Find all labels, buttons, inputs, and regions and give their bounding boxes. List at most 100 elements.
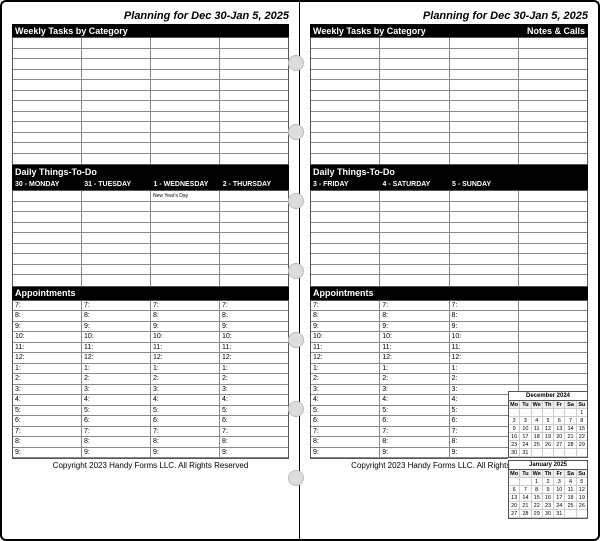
grid-cell[interactable] <box>450 91 519 101</box>
daily-cell[interactable] <box>311 212 380 222</box>
appointment-slot[interactable]: 5: <box>380 406 448 417</box>
appointment-slot[interactable]: 1: <box>151 364 219 375</box>
daily-cell[interactable] <box>450 223 519 233</box>
grid-cell[interactable] <box>220 80 288 90</box>
appointment-slot[interactable]: 3: <box>151 385 219 396</box>
appointment-slot[interactable]: 5: <box>13 406 81 417</box>
grid-cell[interactable] <box>450 154 519 165</box>
daily-cell[interactable] <box>519 223 587 233</box>
appointment-slot[interactable]: 8: <box>151 437 219 448</box>
grid-cell[interactable] <box>82 122 151 132</box>
daily-cell[interactable] <box>519 244 587 254</box>
grid-cell[interactable] <box>311 133 380 143</box>
daily-cell[interactable] <box>13 265 82 275</box>
grid-cell[interactable] <box>220 122 288 132</box>
daily-cell[interactable] <box>151 254 220 264</box>
grid-cell[interactable] <box>311 154 380 165</box>
appointment-slot[interactable]: 12: <box>151 353 219 364</box>
grid-cell[interactable] <box>151 49 220 59</box>
daily-cell[interactable] <box>220 275 288 286</box>
appointment-slot[interactable]: 4: <box>220 395 288 406</box>
grid-cell[interactable] <box>380 91 449 101</box>
grid-cell[interactable] <box>13 91 82 101</box>
daily-cell[interactable] <box>450 254 519 264</box>
grid-cell[interactable] <box>151 80 220 90</box>
grid-cell[interactable] <box>519 70 587 80</box>
appointment-slot[interactable]: 2: <box>151 374 219 385</box>
grid-cell[interactable] <box>311 122 380 132</box>
daily-cell[interactable] <box>220 233 288 243</box>
daily-cell[interactable] <box>13 191 82 201</box>
daily-cell[interactable] <box>220 244 288 254</box>
appointment-slot[interactable]: 5: <box>311 406 379 417</box>
daily-cell[interactable] <box>311 233 380 243</box>
daily-cell[interactable] <box>13 254 82 264</box>
daily-cell[interactable] <box>311 191 380 201</box>
appointment-slot[interactable]: 7: <box>151 427 219 438</box>
daily-cell[interactable] <box>450 265 519 275</box>
appointment-slot[interactable]: 11: <box>82 343 150 354</box>
appointment-slot[interactable]: 6: <box>311 416 379 427</box>
daily-cell[interactable] <box>450 244 519 254</box>
appointment-slot[interactable]: 8: <box>380 437 448 448</box>
grid-cell[interactable] <box>220 70 288 80</box>
grid-cell[interactable] <box>380 59 449 69</box>
grid-cell[interactable] <box>519 91 587 101</box>
grid-cell[interactable] <box>220 154 288 165</box>
daily-cell[interactable] <box>519 254 587 264</box>
grid-cell[interactable] <box>82 112 151 122</box>
grid-cell[interactable] <box>151 91 220 101</box>
grid-cell[interactable] <box>151 154 220 165</box>
daily-cell[interactable] <box>519 191 587 201</box>
grid-cell[interactable] <box>450 38 519 48</box>
appointment-slot[interactable]: 6: <box>380 416 448 427</box>
daily-cell[interactable] <box>311 265 380 275</box>
grid-cell[interactable] <box>311 59 380 69</box>
appointment-slot[interactable]: 9: <box>82 322 150 333</box>
daily-cell[interactable] <box>220 254 288 264</box>
appointment-slot[interactable]: 7: <box>151 301 219 312</box>
daily-cell[interactable] <box>13 202 82 212</box>
daily-cell[interactable] <box>220 202 288 212</box>
grid-cell[interactable] <box>450 80 519 90</box>
daily-cell[interactable] <box>519 233 587 243</box>
appointment-slot[interactable]: 5: <box>82 406 150 417</box>
grid-cell[interactable] <box>380 38 449 48</box>
grid-cell[interactable] <box>151 112 220 122</box>
daily-cell[interactable] <box>450 191 519 201</box>
daily-cell[interactable] <box>151 265 220 275</box>
grid-cell[interactable] <box>82 133 151 143</box>
appointment-slot[interactable]: 2: <box>380 374 448 385</box>
grid-cell[interactable] <box>13 133 82 143</box>
grid-cell[interactable] <box>311 143 380 153</box>
grid-cell[interactable] <box>220 38 288 48</box>
grid-cell[interactable] <box>13 80 82 90</box>
daily-cell[interactable] <box>220 265 288 275</box>
appointment-slot[interactable]: 11: <box>450 343 518 354</box>
grid-cell[interactable] <box>13 38 82 48</box>
appointment-slot[interactable]: 8: <box>311 437 379 448</box>
daily-cell[interactable] <box>82 202 151 212</box>
grid-cell[interactable] <box>519 154 587 165</box>
grid-cell[interactable] <box>151 59 220 69</box>
grid-cell[interactable] <box>519 133 587 143</box>
appointment-slot[interactable]: 2: <box>311 374 379 385</box>
appointment-slot[interactable]: 8: <box>13 311 81 322</box>
grid-cell[interactable] <box>151 122 220 132</box>
appointment-slot[interactable]: 5: <box>220 406 288 417</box>
grid-cell[interactable] <box>82 91 151 101</box>
appointment-slot[interactable]: 12: <box>380 353 448 364</box>
appointment-slot[interactable]: 11: <box>151 343 219 354</box>
grid-cell[interactable] <box>82 59 151 69</box>
daily-cell[interactable] <box>380 191 449 201</box>
grid-cell[interactable] <box>220 112 288 122</box>
grid-cell[interactable] <box>380 112 449 122</box>
appointment-slot[interactable]: 12: <box>82 353 150 364</box>
daily-cell[interactable] <box>151 202 220 212</box>
appointment-slot[interactable]: 7: <box>220 301 288 312</box>
grid-cell[interactable] <box>151 38 220 48</box>
appointment-slot[interactable]: 1: <box>311 364 379 375</box>
grid-cell[interactable] <box>82 80 151 90</box>
appointment-slot[interactable]: 10: <box>151 332 219 343</box>
grid-cell[interactable] <box>450 49 519 59</box>
